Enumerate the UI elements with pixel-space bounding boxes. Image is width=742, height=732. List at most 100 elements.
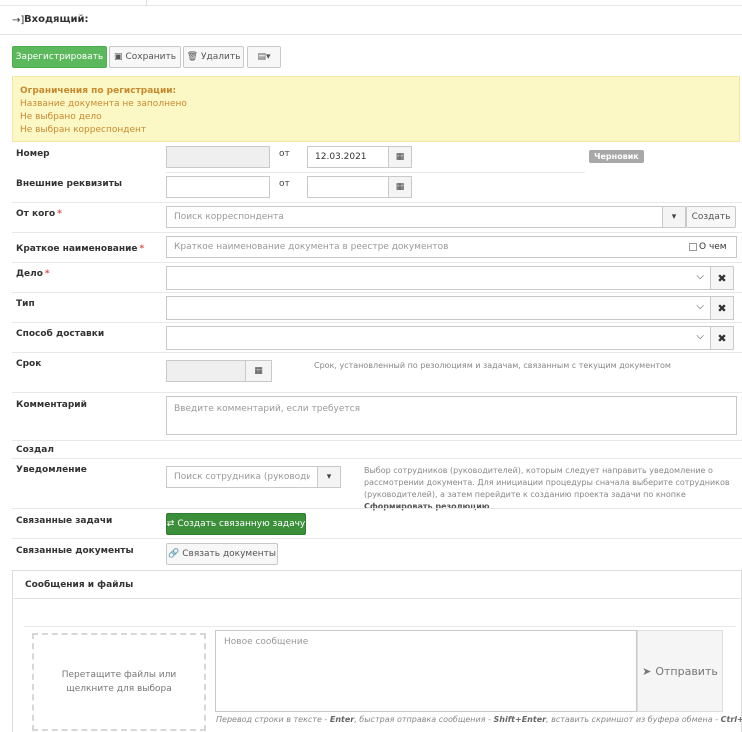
message-hint: Перевод строки в тексте - Enter, быстрая… — [216, 715, 742, 724]
correspondent-placeholder: Поиск корреспондента — [174, 212, 284, 222]
exchange-icon: ⇄ — [166, 519, 175, 529]
floppy-icon: ▣ — [113, 52, 123, 62]
correspondent-search-input[interactable]: Поиск корреспондента — [166, 206, 663, 228]
case-label: Дело * — [16, 269, 50, 279]
notification-label: Уведомление — [16, 465, 87, 475]
divider — [12, 508, 742, 509]
comment-textarea[interactable]: Введите комментарий, если требуется — [166, 396, 737, 435]
short-name-input[interactable]: Краткое наименование документа в реестре… — [166, 236, 737, 258]
register-button[interactable]: Зарегистрировать — [12, 46, 107, 68]
messages-title: Сообщения и файлы — [25, 580, 134, 590]
number-input[interactable] — [166, 146, 270, 168]
clear-delivery-icon[interactable]: ✖ — [710, 326, 734, 350]
create-related-task-label: Создать связанную задачу — [177, 519, 306, 529]
footnote-part: , быстрая отправка сообщения - — [354, 715, 494, 724]
divider — [12, 538, 742, 539]
register-label: Зарегистрировать — [15, 52, 104, 62]
clear-type-icon[interactable]: ✖ — [710, 296, 734, 320]
external-number-input[interactable] — [166, 176, 270, 198]
send-button[interactable]: ➤ Отправить — [637, 630, 723, 712]
new-message-textarea[interactable]: Новое сообщение — [215, 630, 637, 712]
divider — [24, 626, 736, 627]
chevron-down-icon: ⌵ — [696, 301, 704, 312]
divider — [12, 292, 742, 293]
deadline-hint: Срок, установленный по резолюциям и зада… — [314, 361, 671, 370]
file-dropzone[interactable]: Перетащите файлы или щелкните для выбора — [32, 633, 206, 731]
type-label: Тип — [16, 299, 35, 309]
divider — [12, 262, 742, 263]
footnote-part: , вставить скриншот из буфера обмена - — [546, 715, 721, 724]
delivery-label: Способ доставки — [16, 329, 105, 339]
save-button[interactable]: ▣ Сохранить — [109, 46, 181, 68]
required-mark: * — [57, 209, 62, 219]
table-icon: ▤▾ — [257, 52, 271, 62]
footnote-key: Enter — [329, 715, 355, 724]
case-text: Дело — [16, 269, 43, 279]
from-whom-label: От кого * — [16, 209, 62, 219]
messages-panel-header: Сообщения и файлы — [13, 571, 741, 599]
divider — [12, 322, 742, 323]
short-name-text: Краткое наименование — [16, 244, 138, 254]
type-select[interactable]: ⌵ — [166, 296, 711, 320]
employee-placeholder: Поиск сотрудника (руководите — [174, 472, 310, 482]
link-documents-button[interactable]: 🔗 Связать документы — [166, 543, 278, 565]
divider — [166, 172, 585, 173]
create-label: Создать — [691, 212, 731, 222]
external-date-input[interactable] — [307, 176, 389, 198]
dropzone-text: Перетащите файлы или щелкните для выбора — [61, 670, 177, 694]
deadline-label: Срок — [16, 359, 42, 369]
short-name-label: Краткое наименование * — [16, 244, 144, 254]
about-checkbox[interactable]: О чем — [689, 242, 727, 252]
status-badge: Черновик — [589, 150, 644, 163]
notification-hint-bold: Сформировать резолюцию — [364, 502, 490, 511]
notification-hint: Выбор сотрудников (руководителей), котор… — [364, 465, 736, 513]
divider — [12, 202, 742, 203]
calendar-icon[interactable]: ▦ — [245, 360, 272, 382]
created-label: Создал — [16, 445, 54, 455]
warning-item: Название документа не заполнено — [20, 99, 187, 109]
view-menu-button[interactable]: ▤▾ — [247, 46, 281, 68]
divider — [12, 392, 742, 393]
save-label: Сохранить — [125, 52, 177, 62]
clear-case-icon[interactable]: ✖ — [710, 266, 734, 290]
sign-in-icon: →] — [12, 15, 25, 26]
create-related-task-button[interactable]: ⇄ Создать связанную задачу — [166, 513, 306, 535]
footnote-key: Ctrl+V — [720, 715, 742, 724]
chevron-down-icon: ⌵ — [696, 271, 704, 282]
divider — [12, 232, 742, 233]
comment-label: Комментарий — [16, 400, 87, 410]
from-whom-text: От кого — [16, 209, 56, 219]
caret-down-icon[interactable]: ▾ — [662, 206, 686, 228]
number-date-input[interactable]: 12.03.2021 — [307, 146, 389, 168]
calendar-icon[interactable]: ▦ — [388, 176, 412, 198]
delete-label: Удалить — [201, 52, 241, 62]
required-mark: * — [44, 269, 50, 279]
caret-down-icon[interactable]: ▾ — [317, 466, 341, 488]
calendar-icon[interactable]: ▦ — [388, 146, 412, 168]
warning-title: Ограничения по регистрации: — [20, 86, 177, 96]
employee-search-input[interactable]: Поиск сотрудника (руководите — [166, 466, 318, 488]
related-tasks-label: Связанные задачи — [16, 516, 113, 526]
deadline-input[interactable] — [166, 360, 246, 382]
number-from-label: от — [279, 149, 290, 159]
warning-item: Не выбрано дело — [20, 112, 102, 122]
required-mark: * — [139, 244, 145, 254]
page-title: Входящий: — [24, 14, 89, 25]
trash-icon: 🗑 — [186, 52, 199, 62]
notification-hint-text: Выбор сотрудников (руководителей), котор… — [364, 466, 730, 499]
delivery-select[interactable]: ⌵ — [166, 326, 711, 350]
external-label: Внешние реквизиты — [16, 179, 123, 189]
link-documents-label: Связать документы — [182, 549, 276, 559]
warning-item: Не выбран корреспондент — [20, 125, 147, 135]
delete-button[interactable]: 🗑 Удалить — [183, 46, 244, 68]
about-checkbox-label: О чем — [699, 242, 727, 252]
footnote-key: Shift+Enter — [493, 715, 547, 724]
divider — [12, 440, 742, 441]
checkbox-icon[interactable] — [689, 243, 697, 251]
divider — [12, 352, 742, 353]
external-from-label: от — [279, 179, 290, 189]
link-icon: 🔗 — [168, 549, 180, 559]
create-correspondent-button[interactable]: Создать — [686, 206, 736, 228]
message-placeholder: Новое сообщение — [224, 637, 309, 647]
case-select[interactable]: ⌵ — [166, 266, 711, 290]
